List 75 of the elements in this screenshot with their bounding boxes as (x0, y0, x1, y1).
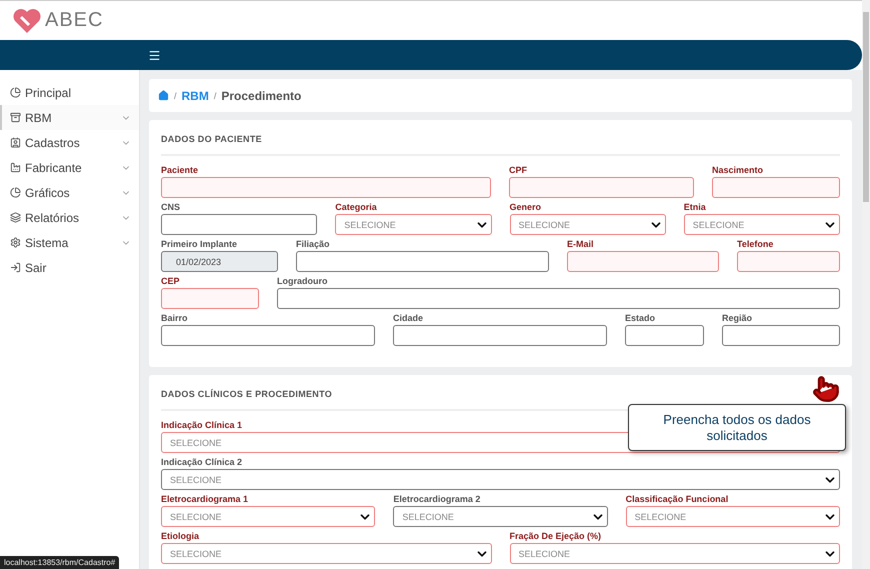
section-title: DADOS DO PACIENTE (161, 134, 840, 156)
select-field[interactable]: SELECIONE (393, 506, 608, 527)
field-label: Categoria (335, 201, 377, 214)
breadcrumb-link[interactable]: Procedimento (221, 88, 302, 102)
field-label: Telefone (737, 238, 774, 251)
field-label: Indicação Clínica 1 (161, 419, 242, 432)
input-field[interactable] (509, 177, 694, 198)
field-label: CPF (509, 164, 527, 177)
field-label: Indicação Clínica 2 (161, 456, 242, 469)
input-field[interactable] (161, 325, 375, 346)
select-field[interactable]: SELECIONE (684, 214, 840, 235)
layers-icon (10, 212, 21, 223)
input-field[interactable] (161, 177, 491, 198)
exit-icon (10, 262, 21, 273)
field-label: Estado (625, 312, 656, 325)
breadcrumb-link[interactable]: RBM (182, 88, 209, 102)
field-label: Eletrocardiograma 1 (161, 493, 248, 506)
scrollbar[interactable] (862, 0, 870, 569)
gear-icon (10, 237, 21, 248)
field-label: Nascimento (712, 164, 764, 177)
input-field[interactable] (161, 288, 259, 309)
input-field[interactable] (393, 325, 607, 346)
select-field[interactable]: SELECIONE (161, 506, 376, 527)
select-field[interactable]: SELECIONE (626, 506, 840, 527)
field-label: E-Mail (567, 238, 594, 251)
field-label: Etnia (684, 201, 706, 214)
factory-icon (10, 162, 21, 173)
select-field[interactable]: SELECIONE (161, 469, 840, 490)
sidebar-item[interactable]: Sair (0, 255, 139, 280)
select-field[interactable]: SELECIONE (335, 214, 492, 235)
status-bar-url: localhost:13853/rbm/Cadastro# (0, 556, 120, 569)
sidebar-item[interactable]: Cadastros (0, 130, 139, 155)
sidebar-item[interactable]: Gráficos (0, 180, 139, 205)
field-label: Filiação (296, 238, 330, 251)
input-field[interactable] (737, 251, 840, 272)
field-label: Primeiro Implante (161, 238, 238, 251)
sidebar-item[interactable]: Relatórios (0, 205, 139, 230)
sidebar-item[interactable]: Principal (0, 80, 139, 105)
field-label: Genero (510, 201, 542, 214)
field-label: Região (722, 312, 752, 325)
input-field[interactable] (296, 251, 549, 272)
sidebar-item[interactable]: Sistema (0, 230, 139, 255)
field-label: Cidade (393, 312, 424, 325)
input-field[interactable] (722, 325, 840, 346)
input-field[interactable] (161, 214, 318, 235)
pointing-hand-icon (812, 375, 840, 403)
field-label: Fração De Ejeção (%) (510, 530, 602, 543)
input-field[interactable] (277, 288, 840, 309)
menu-icon[interactable] (148, 48, 161, 62)
breadcrumb-separator: / (214, 90, 216, 100)
field-label: Etiologia (161, 530, 199, 543)
field-label: Paciente (161, 164, 198, 177)
input-field[interactable] (625, 325, 704, 346)
heart-logo-icon (12, 6, 42, 34)
field-label: CEP (161, 275, 180, 288)
select-field[interactable]: SELECIONE (161, 543, 492, 564)
logo-text: ABEC (45, 9, 104, 32)
home-icon[interactable] (158, 90, 169, 101)
breadcrumb-separator: / (174, 90, 177, 100)
chart-icon (10, 87, 21, 98)
input-field[interactable] (567, 251, 719, 272)
sidebar-item[interactable]: Fabricante (0, 155, 139, 180)
field-label: Eletrocardiograma 2 (393, 493, 480, 506)
select-field[interactable]: SELECIONE (510, 214, 666, 235)
chart-icon (10, 187, 21, 198)
field-label: Classificação Funcional (626, 493, 728, 506)
select-field[interactable]: SELECIONE (510, 543, 840, 564)
card-icon (10, 137, 21, 148)
input-field[interactable] (712, 177, 840, 198)
field-label: Bairro (161, 312, 188, 325)
field-label: CNS (161, 201, 180, 214)
field-label: Logradouro (277, 275, 328, 288)
archive-icon (10, 112, 21, 123)
tooltip: Preencha todos os dados solicitados (628, 404, 846, 451)
sidebar-item[interactable]: RBM (0, 105, 139, 130)
